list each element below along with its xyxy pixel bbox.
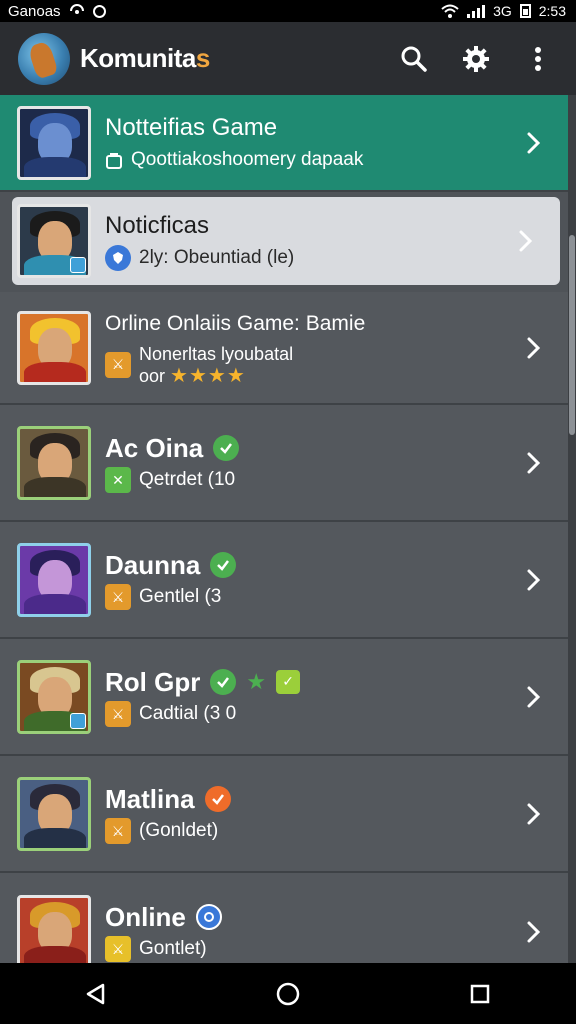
item-subtitle: Qetrdet (10 xyxy=(139,468,236,490)
item-title: Noticficas xyxy=(105,212,210,239)
system-nav-bar xyxy=(0,963,576,1024)
check-square-icon: ✓ xyxy=(276,669,301,694)
settings-button[interactable] xyxy=(460,43,492,75)
game-thumbnail xyxy=(17,776,91,851)
sword-icon: ⚔ xyxy=(105,351,131,378)
shield-icon xyxy=(105,245,131,271)
sword-icon: ⚔ xyxy=(105,583,131,610)
item-subtitle: 2ly: Obeuntiad (le) xyxy=(139,247,295,268)
item-title: Rol Gpr xyxy=(105,666,201,697)
overflow-menu-icon xyxy=(535,46,541,71)
game-thumbnail xyxy=(17,659,91,734)
location-icon xyxy=(69,4,84,14)
back-button[interactable] xyxy=(80,978,112,1010)
list-item-selected[interactable]: Noticficas 2ly: Obeuntiad (le) xyxy=(12,197,560,285)
recents-icon xyxy=(470,984,490,1003)
search-button[interactable] xyxy=(398,43,430,75)
item-title: Daunna xyxy=(105,549,201,580)
carrier-label: Ganoas xyxy=(8,2,61,20)
list-item-featured[interactable]: Notteifias Game Qoottiakoshoomery dapaak xyxy=(0,95,568,192)
item-subtitle: Gontlet) xyxy=(139,937,207,959)
chevron-right-icon xyxy=(514,123,554,163)
list-item[interactable]: Daunna ⚔ Gentlel (3 xyxy=(0,522,568,639)
chevron-right-icon xyxy=(514,912,554,952)
list-item[interactable]: Matlina ⚔ (Gonldet) xyxy=(0,756,568,873)
sword-icon: ⚔ xyxy=(105,700,131,727)
item-title: Online xyxy=(105,901,186,932)
home-icon xyxy=(276,982,300,1005)
back-icon xyxy=(86,983,105,1004)
game-thumbnail xyxy=(17,310,91,385)
item-title: Notteifias Game xyxy=(105,113,278,141)
chevron-right-icon xyxy=(514,794,554,834)
check-circle-icon xyxy=(213,434,240,461)
recents-button[interactable] xyxy=(464,978,496,1010)
chevron-right-icon xyxy=(514,560,554,600)
star-icon: ★ xyxy=(246,668,267,694)
app-title-main: Komunita xyxy=(80,43,196,73)
list-item[interactable]: Online ⚔ Gontlet) xyxy=(0,873,568,963)
chevron-right-icon xyxy=(514,677,554,717)
check-circle-icon xyxy=(210,551,237,578)
app-logo[interactable] xyxy=(18,32,70,85)
chevron-right-icon xyxy=(506,221,546,261)
sword-icon: ⚔ xyxy=(105,817,131,844)
item-subtitle: Nonerltas lyoubatal xyxy=(139,343,294,364)
battery-icon xyxy=(519,4,531,18)
game-thumbnail xyxy=(17,105,91,180)
rating-stars: ★★★★ xyxy=(170,364,246,387)
chevron-right-icon xyxy=(514,443,554,483)
item-title: Orline Onlaiis Game: Bamie xyxy=(105,311,366,335)
rating-prefix: oor xyxy=(139,365,166,386)
item-subtitle: Cadtial (3 0 xyxy=(139,702,237,724)
game-list: Notteifias Game Qoottiakoshoomery dapaak… xyxy=(0,95,568,963)
game-thumbnail xyxy=(17,425,91,500)
scrollbar-thumb[interactable] xyxy=(569,235,575,435)
clock: 2:53 xyxy=(538,3,566,19)
item-title: Ac Oina xyxy=(105,432,204,463)
app-title: Komunitas xyxy=(80,43,210,74)
item-subtitle: Gentlel (3 xyxy=(139,585,222,607)
overflow-menu-button[interactable] xyxy=(522,43,554,75)
orange-check-icon xyxy=(204,785,231,812)
game-thumbnail xyxy=(17,542,91,617)
notification-icon xyxy=(92,4,106,18)
chevron-right-icon xyxy=(514,328,554,368)
wifi-icon xyxy=(441,4,459,18)
home-button[interactable] xyxy=(272,978,304,1010)
sword-icon: ✕ xyxy=(105,466,131,493)
list-item[interactable]: Rol Gpr ★ ✓ ⚔ Cadtial (3 0 xyxy=(0,639,568,756)
signal-icon xyxy=(467,4,486,18)
network-type-label: 3G xyxy=(493,3,512,19)
item-title: Matlina xyxy=(105,783,195,814)
game-thumbnail xyxy=(17,894,91,963)
status-bar: Ganoas 3G 2:53 xyxy=(0,0,576,22)
scrollbar[interactable] xyxy=(568,95,576,963)
item-subtitle: (Gonldet) xyxy=(139,819,219,841)
sword-icon: ⚔ xyxy=(105,935,131,962)
settings-icon xyxy=(463,45,489,72)
bag-icon xyxy=(106,152,122,169)
game-thumbnail xyxy=(17,204,91,278)
list-item[interactable]: Ac Oina ✕ Qetrdet (10 xyxy=(0,405,568,522)
check-circle-icon xyxy=(210,668,237,695)
item-subtitle: Qoottiakoshoomery dapaak xyxy=(131,148,364,170)
search-icon xyxy=(401,46,427,72)
app-title-accent: s xyxy=(195,43,210,73)
app-bar: Komunitas xyxy=(0,22,576,95)
list-item[interactable]: Orline Onlaiis Game: Bamie ⚔ Nonerltas l… xyxy=(0,292,568,405)
blue-circle-icon xyxy=(195,903,222,930)
